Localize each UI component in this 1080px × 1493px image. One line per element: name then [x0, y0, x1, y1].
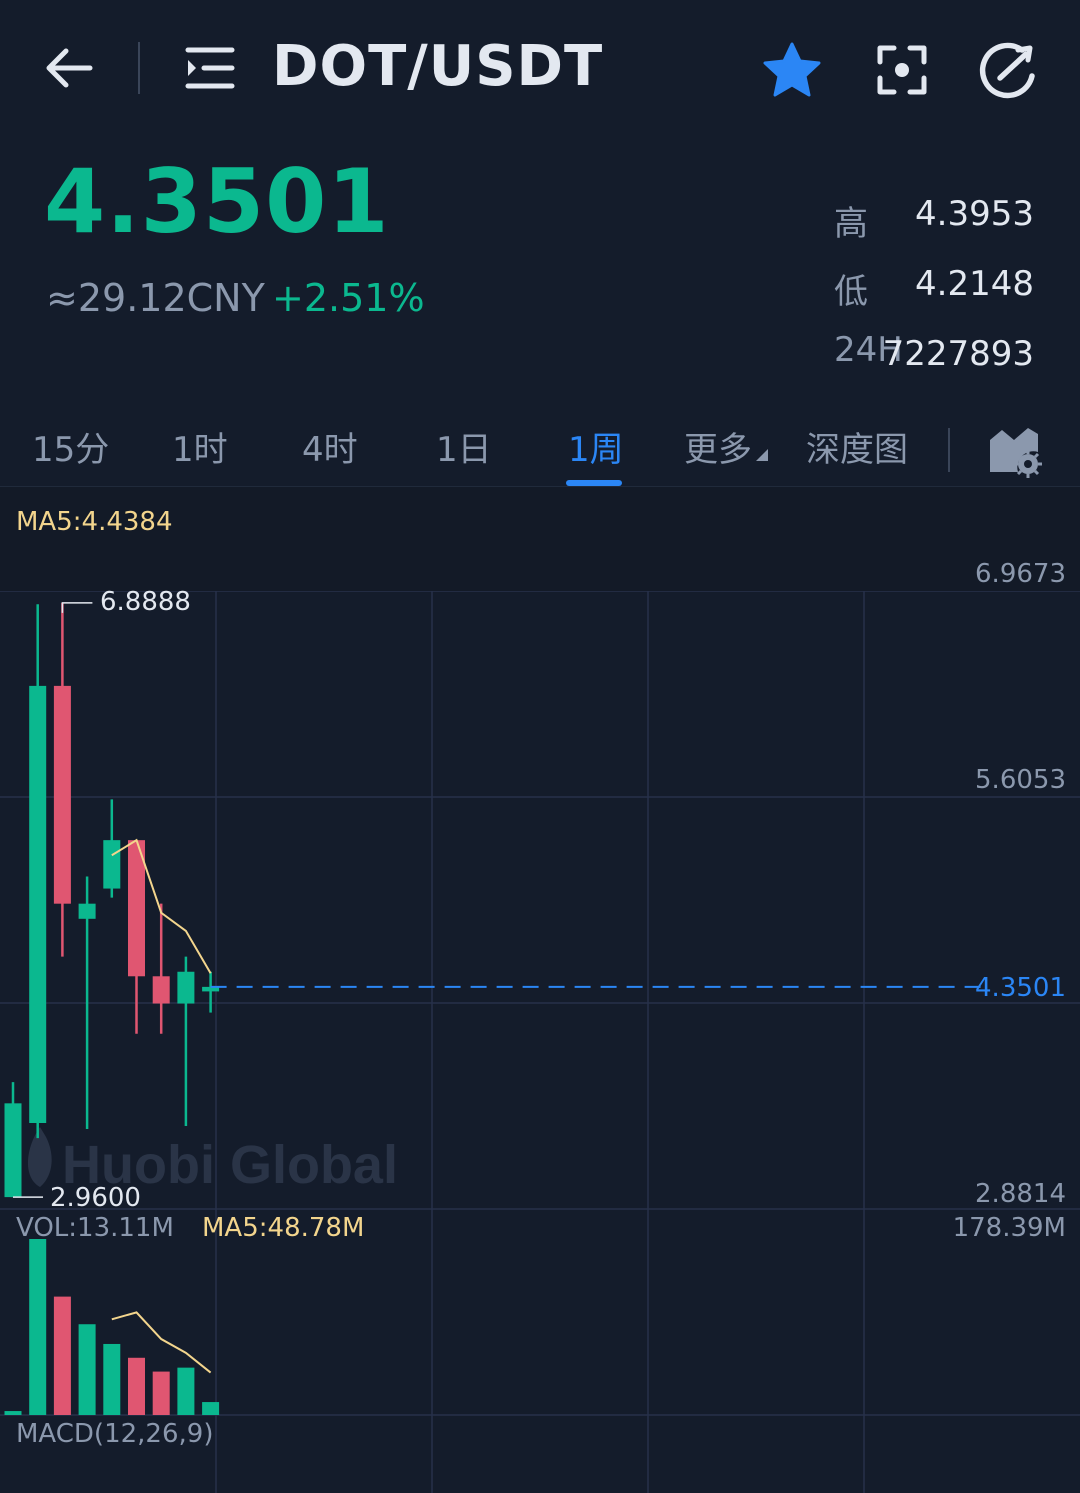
last-price: 4.3501 — [44, 150, 390, 253]
volume-bar — [78, 1324, 96, 1415]
candle-body — [29, 685, 47, 1123]
scan-icon[interactable] — [872, 40, 932, 100]
axis-label-mid: 5.6053 — [975, 765, 1066, 795]
macd-label: MACD(12,26,9) — [16, 1419, 214, 1449]
candle-body — [4, 1103, 22, 1198]
candle-body — [152, 976, 170, 1004]
chart-header-band — [0, 487, 1080, 591]
chart-settings-icon[interactable] — [984, 418, 1044, 478]
pair-title[interactable]: DOT/USDT — [272, 34, 603, 99]
tab-1day[interactable]: 1日 — [436, 422, 492, 471]
interval-tabs: 15分 1时 4时 1日 1周 更多 深度图 — [0, 410, 1080, 486]
volume-24h-value: 7227893 — [882, 334, 1034, 374]
tab-more-label: 更多 — [684, 430, 752, 470]
tab-depth-chart[interactable]: 深度图 — [806, 422, 908, 471]
current-price-axis-label: 4.3501 — [975, 973, 1066, 1003]
divider — [948, 428, 950, 472]
volume-label: VOL:13.11M — [16, 1213, 174, 1243]
candle-body — [78, 903, 96, 919]
star-icon[interactable] — [760, 40, 824, 100]
tab-more[interactable]: 更多 — [684, 422, 768, 471]
watermark-logo — [27, 1127, 52, 1187]
volume-max-label: 178.39M — [952, 1213, 1066, 1243]
axis-label-bottom: 2.8814 — [975, 1179, 1066, 1209]
volume-bar — [202, 1402, 220, 1415]
low-marker-label: 2.9600 — [50, 1183, 141, 1213]
change-percent: +2.51% — [272, 276, 425, 320]
volume-bar — [128, 1357, 145, 1415]
volume-bar — [29, 1239, 47, 1415]
high-label: 高 — [834, 204, 868, 244]
high-marker-label: 6.8888 — [100, 587, 191, 617]
volume-ma5-line — [111, 1311, 212, 1374]
tab-15min[interactable]: 15分 — [32, 422, 109, 471]
tab-4hour[interactable]: 4时 — [302, 422, 358, 471]
divider — [138, 42, 140, 94]
menu-list-icon[interactable] — [182, 40, 238, 96]
high-marker-leader — [61, 602, 93, 613]
volume-ma5-label: MA5:48.78M — [202, 1213, 365, 1243]
candle-body — [177, 971, 195, 1004]
low-label: 低 — [834, 272, 868, 312]
volume-bar — [152, 1371, 170, 1415]
volume-bar — [103, 1343, 121, 1415]
high-value: 4.3953 — [915, 194, 1034, 234]
triangle-down-icon — [756, 449, 768, 461]
refresh-icon[interactable] — [976, 38, 1040, 102]
low-value: 4.2148 — [915, 264, 1034, 304]
kline-chart[interactable]: Huobi Global — [0, 487, 1080, 1493]
ma5-label: MA5:4.4384 — [16, 507, 173, 537]
cny-equivalent: ≈29.12CNY — [46, 276, 265, 320]
candle-body — [103, 840, 121, 889]
candle-body — [53, 685, 71, 904]
volume-bar — [4, 1411, 22, 1415]
kline-chart-area[interactable]: Huobi Global MA5:4.4384 6.9673 5.6053 4.… — [0, 486, 1080, 1493]
top-bar: DOT/USDT — [0, 0, 1080, 140]
tab-1hour[interactable]: 1时 — [172, 422, 228, 471]
volume-bar — [177, 1367, 195, 1415]
axis-label-top: 6.9673 — [975, 559, 1066, 589]
back-arrow-icon[interactable] — [40, 38, 100, 98]
tab-1week[interactable]: 1周 — [568, 422, 624, 471]
volume-bar — [53, 1296, 71, 1415]
